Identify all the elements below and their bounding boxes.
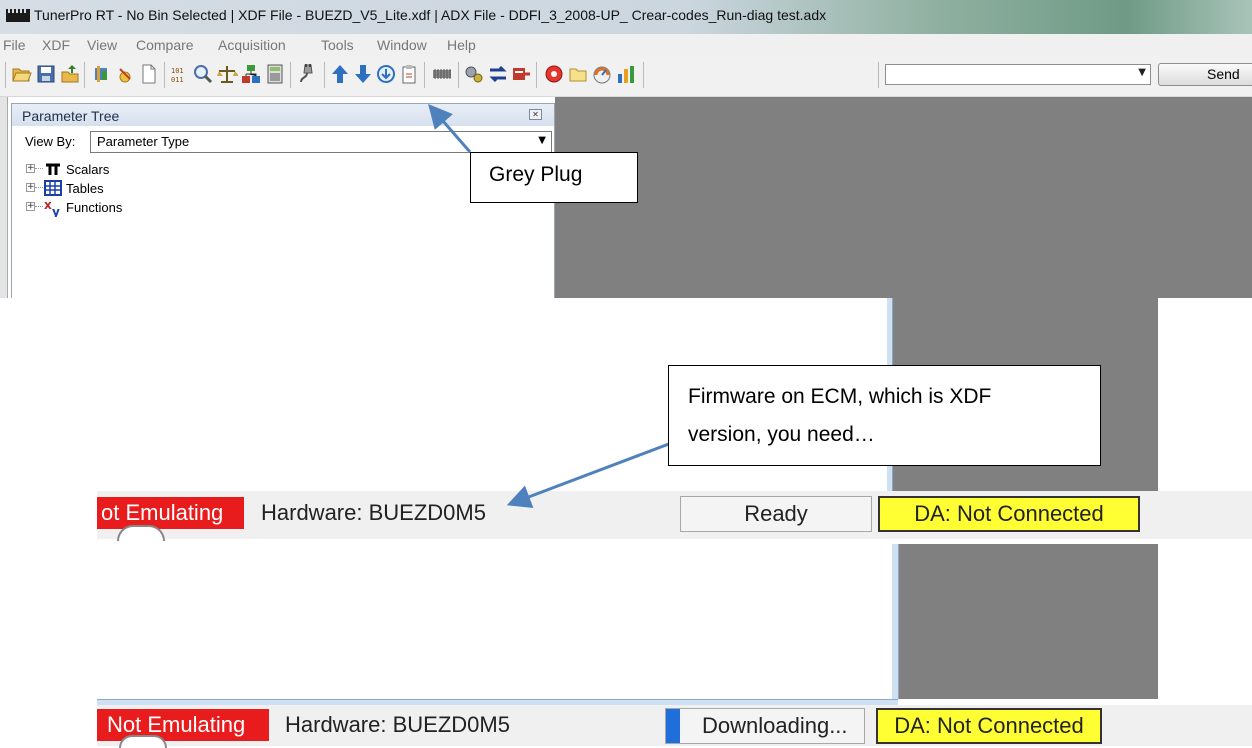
- arrow-to-grey-plug: [428, 103, 472, 153]
- firmware-callout: Firmware on ECM, which is XDF version, y…: [668, 365, 1101, 466]
- arrow-to-hardware: [506, 434, 691, 508]
- callout-text: Firmware on ECM, which is XDF: [688, 385, 992, 408]
- callout-text: version, you need…: [688, 423, 875, 446]
- callout-text: Grey Plug: [489, 163, 583, 186]
- grey-plug-callout: Grey Plug: [470, 152, 638, 203]
